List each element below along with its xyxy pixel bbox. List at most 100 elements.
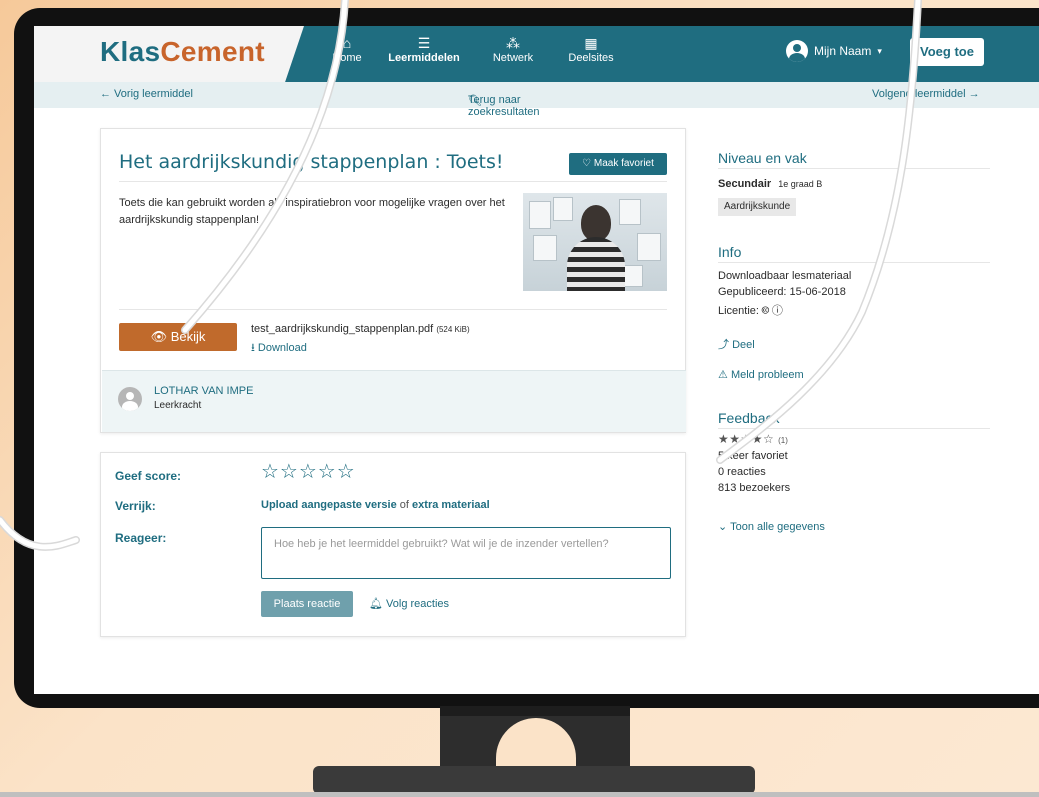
- nav-label-home: Home: [332, 52, 362, 64]
- reply-textarea[interactable]: Hoe heb je het leermiddel gebruikt? Wat …: [261, 527, 671, 579]
- report-problem-link[interactable]: ⚠ Meld probleem: [718, 368, 804, 381]
- view-button[interactable]: 👁︎ Bekijk: [119, 323, 237, 351]
- score-label: Geef score:: [115, 469, 182, 483]
- eye-icon: 👁︎: [150, 329, 168, 344]
- thumb-paper: [619, 199, 641, 225]
- next-resource-link[interactable]: Volgend leermiddel →: [872, 88, 980, 100]
- author-section: LOTHAR VAN IMPE Leerkracht: [102, 370, 686, 432]
- follow-label: Volg reacties: [386, 598, 450, 610]
- info-divider: [718, 262, 990, 263]
- resource-title: Het aardrijkskundig stappenplan : Toets!: [119, 151, 504, 173]
- title-divider: [119, 181, 667, 182]
- enrich-of-text: of: [399, 499, 409, 511]
- enrich-links: Upload aangepaste versie of extra materi…: [261, 499, 490, 511]
- thumb-person-head: [581, 205, 611, 241]
- upload-version-link[interactable]: Upload aangepaste versie: [261, 499, 397, 511]
- stat-favorites: 5 keer favoriet: [718, 450, 788, 462]
- report-label: Meld probleem: [730, 369, 804, 381]
- monitor-stand-base: [313, 766, 755, 794]
- feedback-divider: [718, 428, 990, 429]
- nav-item-leermiddelen[interactable]: ☰ Leermiddelen: [384, 34, 464, 64]
- share-label: Deel: [732, 339, 755, 351]
- license-icons[interactable]: 🅭 ⓘ: [762, 305, 783, 317]
- resource-card: Het aardrijkskundig stappenplan : Toets!…: [100, 128, 686, 433]
- level-divider: [718, 168, 990, 169]
- share-icon: ⤴: [718, 339, 729, 351]
- download-link[interactable]: ⭳ Download: [251, 339, 307, 358]
- view-label: Bekijk: [170, 329, 206, 344]
- file-info: test_aardrijkskundig_stappenplan.pdf (52…: [251, 323, 470, 335]
- feedback-form-card: Geef score: ☆☆☆☆☆ Verrijk: Upload aangep…: [100, 452, 686, 637]
- user-menu[interactable]: Mijn Naam ▾: [786, 40, 882, 62]
- favorite-label: Maak favoriet: [593, 158, 654, 169]
- add-button[interactable]: Voeg toe: [910, 38, 984, 66]
- download-label: Download: [257, 342, 307, 354]
- floor-line: [0, 792, 1039, 797]
- heart-icon: ♡: [582, 158, 592, 169]
- info-line: Gepubliceerd: 15-06-2018: [718, 286, 846, 298]
- author-name[interactable]: LOTHAR VAN IMPE: [154, 385, 253, 397]
- bell-icon: 🔔︎: [369, 598, 383, 610]
- level-row: Secundair 1e graad B: [718, 178, 822, 190]
- brand-area[interactable]: KlasCement: [34, 26, 304, 82]
- nav-label-leermiddelen: Leermiddelen: [388, 52, 460, 64]
- score-stars-input[interactable]: ☆☆☆☆☆: [261, 459, 356, 483]
- show-all-data-link[interactable]: ⌄ Toon alle gegevens: [718, 520, 825, 533]
- thumb-paper: [623, 265, 643, 287]
- info-line: Downloadbaar lesmateriaal: [718, 270, 852, 282]
- thumb-person-body: [567, 237, 625, 291]
- share-link[interactable]: ⤴ Deel: [718, 336, 755, 352]
- level-heading: Niveau en vak: [718, 150, 807, 166]
- cloud-download-icon: ⭳: [251, 342, 255, 354]
- follow-reactions-link[interactable]: 🔔︎ Volg reacties: [369, 597, 449, 610]
- file-size: (524 KiB): [436, 325, 470, 334]
- subject-tag[interactable]: Aardrijkskunde: [718, 198, 797, 216]
- enrich-label: Verrijk:: [115, 499, 156, 513]
- stat-reactions: 0 reacties: [718, 466, 766, 478]
- resource-subnav: ← Vorig leermiddel 🔍︎ Terug naar zoekres…: [34, 82, 1039, 118]
- user-name: Mijn Naam: [814, 44, 872, 58]
- resource-thumbnail[interactable]: [523, 193, 667, 291]
- author-role: Leerkracht: [154, 400, 202, 411]
- brand-part-cement: Cement: [160, 36, 265, 67]
- nav-item-home[interactable]: ⌂ Home: [324, 34, 370, 64]
- rating-stars: ★★★★☆: [718, 432, 775, 446]
- user-avatar-icon: [786, 40, 808, 62]
- thumb-paper: [553, 197, 573, 221]
- chevron-down-icon: ⌄: [718, 521, 728, 533]
- extra-material-link[interactable]: extra materiaal: [412, 499, 490, 511]
- favorite-button[interactable]: ♡ Maak favoriet: [569, 153, 667, 175]
- brand-logo[interactable]: KlasCement: [100, 36, 265, 68]
- caret-down-icon: ▾: [877, 45, 882, 56]
- prev-resource-link[interactable]: ← Vorig leermiddel: [100, 88, 193, 100]
- nav-label-netwerk: Netwerk: [492, 52, 534, 64]
- rating-count: (1): [778, 436, 788, 445]
- home-icon: ⌂: [342, 35, 352, 51]
- top-nav: KlasCement ⌂ Home ☰ Leermiddelen ⁂ Netwe…: [34, 26, 1039, 82]
- grid-icon: ▦: [584, 35, 598, 51]
- nav-label-deelsites: Deelsites: [568, 52, 614, 64]
- level-value: Secundair: [718, 178, 772, 190]
- network-icon: ⁂: [506, 35, 520, 51]
- screen: KlasCement ⌂ Home ☰ Leermiddelen ⁂ Netwe…: [34, 26, 1039, 694]
- list-icon: ☰: [417, 35, 431, 51]
- back-to-results-label: Terug naar zoekresultaten: [468, 94, 540, 118]
- nav-item-deelsites[interactable]: ▦ Deelsites: [562, 34, 620, 64]
- file-name: test_aardrijkskundig_stappenplan.pdf: [251, 323, 434, 335]
- thumb-paper: [529, 201, 551, 229]
- nav-item-netwerk[interactable]: ⁂ Netwerk: [486, 34, 540, 64]
- grade-value: 1e graad B: [778, 179, 823, 189]
- stat-visitors: 813 bezoekers: [718, 482, 791, 494]
- license-label: Licentie:: [718, 305, 759, 317]
- thumb-paper: [533, 235, 557, 261]
- license-row: Licentie: 🅭 ⓘ: [718, 302, 783, 318]
- info-heading: Info: [718, 244, 742, 260]
- resource-description: Toets die kan gebruikt worden als inspir…: [119, 197, 505, 226]
- show-all-label: Toon alle gegevens: [730, 521, 825, 533]
- reply-label: Reageer:: [115, 531, 167, 545]
- rating-display: ★★★★☆ (1): [718, 432, 788, 446]
- content-divider: [119, 309, 667, 310]
- warning-icon: ⚠: [718, 369, 728, 381]
- post-reaction-button[interactable]: Plaats reactie: [261, 591, 353, 617]
- thumb-paper: [637, 233, 661, 261]
